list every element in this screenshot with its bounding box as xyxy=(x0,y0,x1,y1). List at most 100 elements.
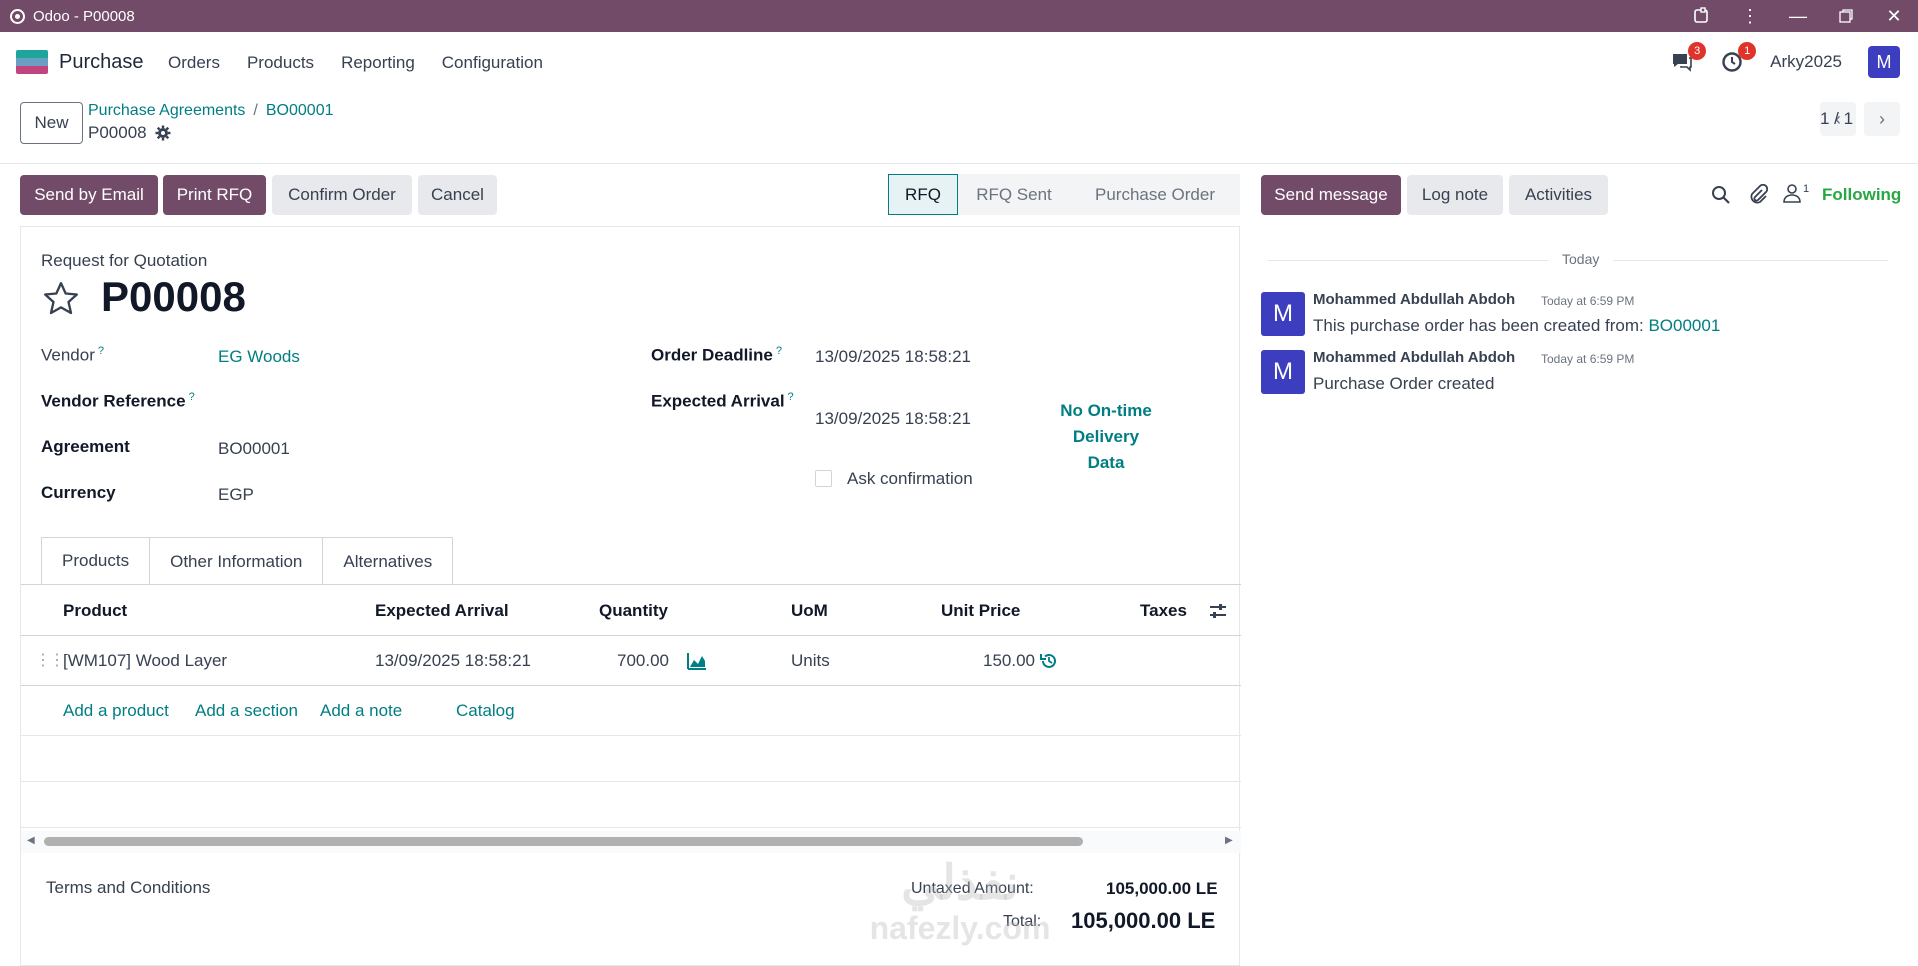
log-note-button[interactable]: Log note xyxy=(1407,175,1503,215)
add-section-link[interactable]: Add a section xyxy=(195,701,298,721)
line-product[interactable]: [WM107] Wood Layer xyxy=(63,651,227,671)
pager-next-button[interactable]: › xyxy=(1864,102,1900,136)
nafezly-watermark-logo: نفذلي nafezly.com xyxy=(869,857,1051,947)
pager-value[interactable]: 1 / 1 xyxy=(1820,109,1853,129)
column-product[interactable]: Product xyxy=(63,601,127,621)
empty-line-row xyxy=(21,736,1241,782)
record-name: P00008 xyxy=(88,123,147,142)
line-quantity[interactable]: 700.00 xyxy=(617,651,669,671)
followers-count: 1 xyxy=(1803,183,1810,195)
scrollbar-thumb[interactable] xyxy=(44,837,1083,846)
more-options-icon[interactable]: ⋮ xyxy=(1726,0,1774,32)
message-body: Purchase Order created xyxy=(1313,374,1495,393)
odoo-app-icon xyxy=(10,8,25,24)
breadcrumb-bo00001[interactable]: BO00001 xyxy=(266,102,334,119)
message-link-bo00001[interactable]: BO00001 xyxy=(1648,316,1720,335)
currency-field[interactable]: EGP xyxy=(218,485,254,505)
messages-button[interactable]: 3 xyxy=(1670,42,1707,74)
activities-button[interactable]: 1 xyxy=(1720,42,1757,74)
control-panel: New Purchase Agreements / BO00001 P00008 1… xyxy=(0,92,1918,164)
send-message-button[interactable]: Send message xyxy=(1261,175,1401,215)
scroll-left-icon[interactable]: ◀ xyxy=(27,835,35,846)
activities-button[interactable]: Activities xyxy=(1509,175,1608,215)
cancel-button[interactable]: Cancel xyxy=(418,175,497,215)
order-deadline-label: Order Deadline? xyxy=(651,345,782,365)
menu-orders[interactable]: Orders xyxy=(168,53,220,73)
stage-purchase-order[interactable]: Purchase Order xyxy=(1070,174,1240,215)
send-by-email-button[interactable]: Send by Email xyxy=(20,175,158,215)
vendor-reference-label: Vendor Reference? xyxy=(41,391,195,411)
company-switcher[interactable]: Arky2025 xyxy=(1770,52,1842,72)
menu-configuration[interactable]: Configuration xyxy=(442,53,543,73)
column-quantity[interactable]: Quantity xyxy=(599,601,668,621)
tab-other-information[interactable]: Other Information xyxy=(150,537,324,585)
minimize-button[interactable]: — xyxy=(1774,0,1822,32)
breadcrumb-purchase-agreements[interactable]: Purchase Agreements xyxy=(88,102,245,119)
scroll-right-icon[interactable]: ▶ xyxy=(1225,835,1233,846)
top-menu: Orders Products Reporting Configuration xyxy=(168,53,543,73)
extensions-icon[interactable] xyxy=(1678,0,1726,32)
vendor-field[interactable]: EG Woods xyxy=(218,347,300,367)
total-value: 105,000.00 LE xyxy=(1071,908,1216,933)
line-expected-arrival[interactable]: 13/09/2025 18:58:21 xyxy=(375,651,531,671)
new-button[interactable]: New xyxy=(20,102,83,144)
message-author-avatar[interactable]: M xyxy=(1261,350,1305,394)
menu-reporting[interactable]: Reporting xyxy=(341,53,415,73)
tab-alternatives[interactable]: Alternatives xyxy=(323,537,454,585)
messages-badge: 3 xyxy=(1688,42,1707,60)
confirm-order-button[interactable]: Confirm Order xyxy=(272,175,412,215)
message-author[interactable]: Mohammed Abdullah Abdoh xyxy=(1313,349,1515,366)
order-line-row[interactable]: ⋮⋮ [WM107] Wood Layer 13/09/2025 18:58:2… xyxy=(21,636,1241,686)
terms-and-conditions-field[interactable]: Terms and Conditions xyxy=(46,878,210,898)
message-author-avatar[interactable]: M xyxy=(1261,292,1305,336)
catalog-link[interactable]: Catalog xyxy=(456,701,515,721)
status-bar: RFQ RFQ Sent Purchase Order xyxy=(888,174,1240,215)
line-uom[interactable]: Units xyxy=(791,651,830,671)
line-adders: Add a product Add a section Add a note C… xyxy=(21,686,1241,736)
search-icon[interactable] xyxy=(1711,185,1731,205)
line-unit-price[interactable]: 150.00 xyxy=(983,651,1035,671)
tab-products[interactable]: Products xyxy=(41,537,151,585)
column-unit-price[interactable]: Unit Price xyxy=(941,601,1020,621)
message-time: Today at 6:59 PM xyxy=(1541,352,1635,366)
star-icon[interactable] xyxy=(41,279,81,319)
order-deadline-field[interactable]: 13/09/2025 18:58:21 xyxy=(815,347,971,367)
agreement-field[interactable]: BO00001 xyxy=(218,439,290,459)
print-rfq-button[interactable]: Print RFQ xyxy=(163,175,266,215)
vendor-reference-field[interactable] xyxy=(218,387,638,417)
person-icon xyxy=(1783,184,1801,203)
horizontal-scrollbar[interactable]: ◀ ▶ xyxy=(21,831,1241,853)
add-product-link[interactable]: Add a product xyxy=(63,701,169,721)
menu-products[interactable]: Products xyxy=(247,53,314,73)
user-avatar[interactable]: M xyxy=(1868,46,1900,78)
add-note-link[interactable]: Add a note xyxy=(320,701,402,721)
stage-rfq[interactable]: RFQ xyxy=(888,174,958,215)
stage-rfq-sent[interactable]: RFQ Sent xyxy=(958,174,1070,215)
main-navbar: Purchase Orders Products Reporting Confi… xyxy=(0,32,1918,92)
expected-arrival-label: Expected Arrival? xyxy=(651,391,794,411)
purchase-app-icon[interactable] xyxy=(16,50,48,74)
ask-confirmation-checkbox[interactable] xyxy=(815,470,832,487)
app-name[interactable]: Purchase xyxy=(59,51,144,74)
message-time: Today at 6:59 PM xyxy=(1541,294,1635,308)
expected-arrival-field[interactable]: 13/09/2025 18:58:21 xyxy=(815,409,971,429)
restore-button[interactable] xyxy=(1822,0,1870,32)
optional-columns-icon[interactable] xyxy=(1208,601,1228,621)
following-toggle[interactable]: Following xyxy=(1822,185,1901,205)
close-button[interactable]: ✕ xyxy=(1870,0,1918,32)
column-uom[interactable]: UoM xyxy=(791,601,828,621)
gear-icon[interactable] xyxy=(155,125,171,141)
forecast-chart-icon[interactable] xyxy=(687,652,707,670)
window-titlebar: Odoo - P00008 ⋮ — ✕ xyxy=(0,0,1918,32)
followers-button[interactable]: 1 xyxy=(1783,183,1809,203)
form-subtitle: Request for Quotation xyxy=(41,251,208,270)
ask-confirmation-label: Ask confirmation xyxy=(847,469,973,488)
on-time-delivery-stat[interactable]: No On-time Delivery Data xyxy=(1031,398,1181,476)
price-history-icon[interactable] xyxy=(1040,652,1058,670)
drag-handle-icon[interactable]: ⋮⋮ xyxy=(35,650,65,670)
column-taxes[interactable]: Taxes xyxy=(1140,601,1187,621)
paperclip-icon[interactable] xyxy=(1748,184,1768,206)
form-sheet: Request for Quotation P00008 Vendor? EG … xyxy=(20,226,1241,966)
message-author[interactable]: Mohammed Abdullah Abdoh xyxy=(1313,291,1515,308)
column-expected-arrival[interactable]: Expected Arrival xyxy=(375,601,509,621)
